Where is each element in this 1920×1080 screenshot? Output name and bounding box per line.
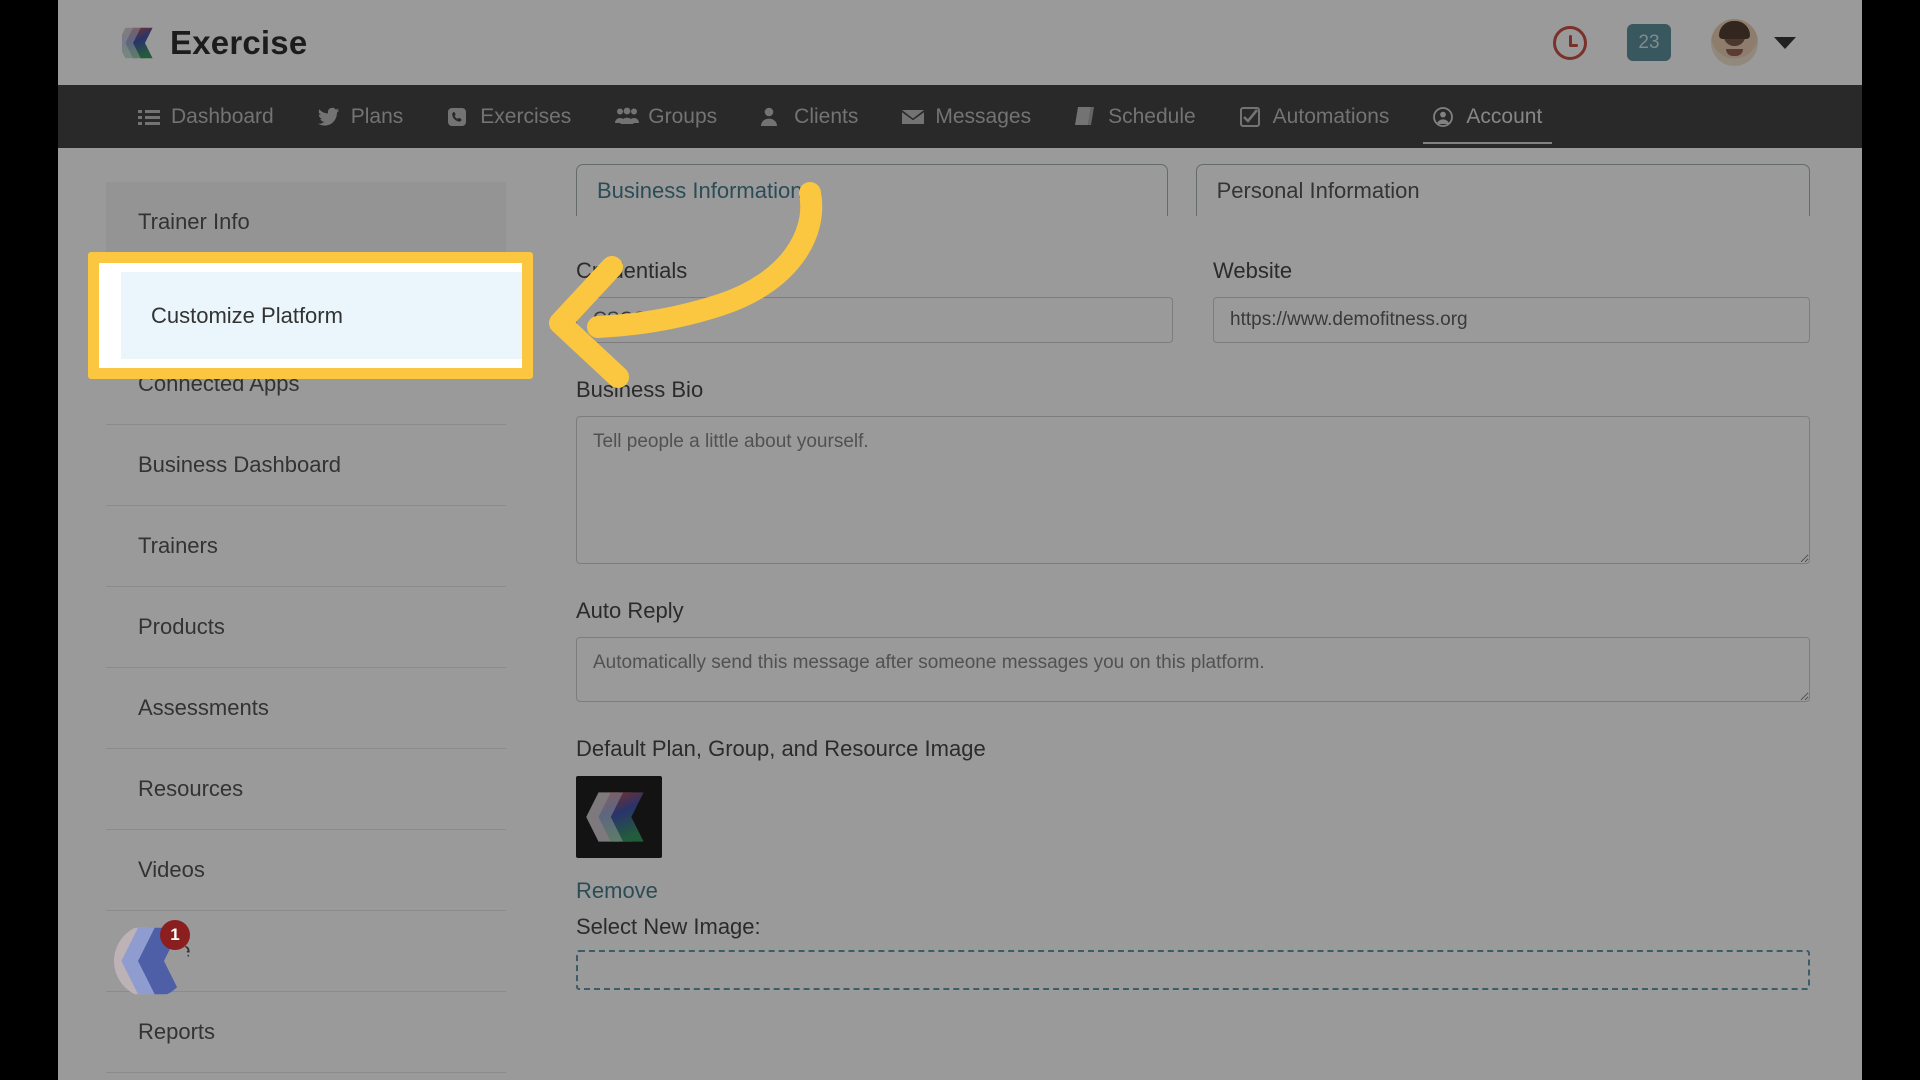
sidebar-item-assessments[interactable]: Assessments [106,668,506,749]
nav-item-plans[interactable]: Plans [296,85,426,148]
highlighted-sidebar-item[interactable]: Customize Platform [121,272,522,359]
nav-label: Groups [648,105,717,129]
clock-icon[interactable] [1553,26,1587,60]
field-default-image: Default Plan, Group, and Resource Image … [576,736,1810,990]
sidebar-item-label: Products [138,614,225,640]
nav-label: Automations [1273,105,1390,129]
app-title: Exercise [170,24,307,62]
nav-item-messages[interactable]: Messages [880,85,1053,148]
auto-reply-textarea[interactable] [576,637,1810,702]
sidebar-item-reports[interactable]: Reports [106,992,506,1073]
field-website: Website [1213,258,1810,343]
website-input[interactable] [1213,297,1810,343]
notification-count-badge[interactable]: 23 [1627,24,1671,61]
brand[interactable]: Exercise [122,24,307,62]
bird-icon [318,107,340,127]
bubble-badge-count: 1 [160,920,190,950]
nav-label: Clients [794,105,858,129]
sidebar-item-videos[interactable]: Videos [106,830,506,911]
nav-label: Exercises [480,105,571,129]
nav-item-dashboard[interactable]: Dashboard [116,85,296,148]
exercise-chevron-logo-thumbnail-icon [576,776,662,858]
nav-item-clients[interactable]: Clients [739,85,880,148]
nav-item-exercises[interactable]: Exercises [425,85,593,148]
sidebar-item-label: Trainer Info [138,209,250,235]
sidebar-item-business-dashboard[interactable]: Business Dashboard [106,425,506,506]
nav-label: Messages [935,105,1031,129]
nav-label: Schedule [1108,105,1196,129]
phone-icon [447,107,469,127]
image-dropzone[interactable] [576,950,1810,990]
tab-bar: Business Information Personal Informatio… [576,158,1810,216]
remove-image-link[interactable]: Remove [576,878,658,904]
website-label: Website [1213,258,1810,284]
floating-brand-bubble[interactable]: 1 [114,924,188,998]
header-actions: 23 [1553,19,1796,66]
nav-item-account[interactable]: Account [1411,85,1564,148]
business-bio-textarea[interactable] [576,416,1810,564]
account-icon [1433,107,1455,127]
sidebar-item-label: Trainers [138,533,218,559]
nav-label: Plans [351,105,404,129]
chevron-down-icon[interactable] [1774,37,1796,49]
people-icon [615,107,637,127]
tab-label: Personal Information [1217,178,1420,203]
auto-reply-label: Auto Reply [576,598,1810,624]
nav-label: Account [1466,105,1542,129]
exercise-chevron-logo-icon [122,26,156,60]
account-menu[interactable] [1711,19,1796,66]
envelope-icon [902,107,924,127]
sidebar-item-resources[interactable]: Resources [106,749,506,830]
business-bio-label: Business Bio [576,377,1810,403]
screenshot-root: Exercise 23 Dashboard Plans [0,0,1920,1080]
sidebar-item-products[interactable]: Products [106,587,506,668]
tab-personal-information[interactable]: Personal Information [1196,164,1810,216]
sidebar-item-label: Videos [138,857,205,883]
sidebar-item-label: Business Dashboard [138,452,341,478]
tab-label: Business Information [597,178,802,203]
settings-main-panel: Business Information Personal Informatio… [576,158,1810,990]
nav-label: Dashboard [171,105,274,129]
credentials-label: Credentials [576,258,1173,284]
sidebar-item-trainers[interactable]: Trainers [106,506,506,587]
list-icon [138,107,160,127]
sidebar-item-trainer-info[interactable]: Trainer Info [106,182,506,263]
business-information-form: Credentials Website Business Bio A [576,258,1810,990]
app-header: Exercise 23 [58,0,1862,85]
main-navigation: Dashboard Plans Exercises [58,85,1862,148]
sidebar-item-label: Resources [138,776,243,802]
nav-item-automations[interactable]: Automations [1218,85,1412,148]
field-credentials: Credentials [576,258,1173,343]
avatar [1711,19,1758,66]
person-icon [761,107,783,127]
field-auto-reply: Auto Reply [576,598,1810,702]
field-business-bio: Business Bio [576,377,1810,564]
default-image-label: Default Plan, Group, and Resource Image [576,736,1810,762]
highlight-box-customize-platform[interactable]: Customize Platform [88,252,533,379]
default-image-thumbnail[interactable] [576,776,662,858]
nav-item-groups[interactable]: Groups [593,85,739,148]
form-row-credentials-website: Credentials Website [576,258,1810,343]
book-icon [1075,107,1097,127]
checkbox-icon [1240,107,1262,127]
credentials-input[interactable] [576,297,1173,343]
app-page: Exercise 23 Dashboard Plans [58,0,1862,1080]
tab-business-information[interactable]: Business Information [576,164,1168,216]
nav-item-schedule[interactable]: Schedule [1053,85,1218,148]
sidebar-item-label: Reports [138,1019,215,1045]
sidebar-item-label: Assessments [138,695,269,721]
highlighted-item-label: Customize Platform [151,303,343,329]
select-new-image-label: Select New Image: [576,914,1810,940]
